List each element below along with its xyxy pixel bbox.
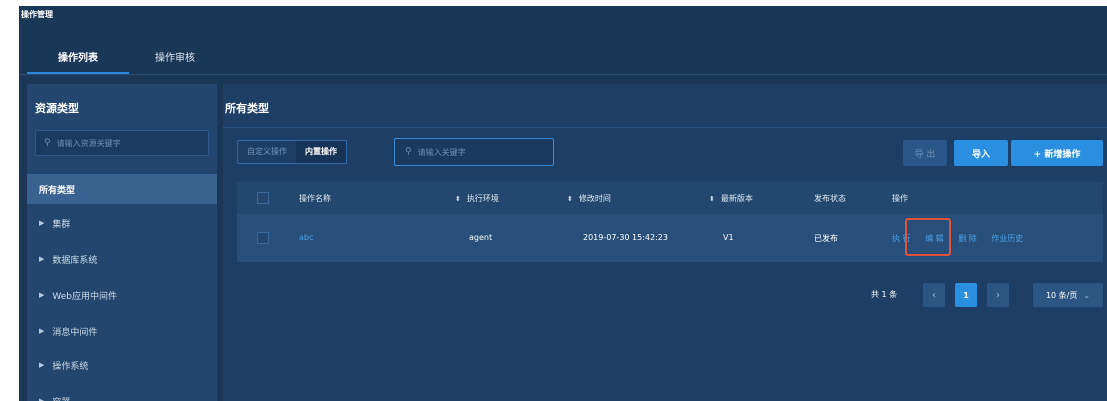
page-size-select[interactable]: 10 条/页 ⌄ — [1033, 283, 1103, 307]
sidebar-item-label: 集群 — [52, 219, 71, 230]
sidebar-item-label: Web应用中间件 — [52, 291, 118, 302]
select-all-checkbox[interactable] — [257, 192, 269, 204]
column-header-name[interactable]: 操作名称 — [299, 193, 331, 204]
sidebar-item-label: 消息中间件 — [52, 327, 98, 338]
tab-operation-review[interactable]: 操作审核 — [155, 44, 195, 74]
chevron-down-icon: ⌄ — [1083, 290, 1091, 300]
pagination-total: 共 1 条 — [871, 290, 898, 299]
column-header-modified[interactable]: ⬍ 修改时间 — [567, 193, 611, 204]
cell-version: V1 — [723, 233, 734, 242]
sidebar-item-cluster[interactable]: ▶ 集群 — [27, 208, 217, 238]
sidebar-item-web-middleware[interactable]: ▶ Web应用中间件 — [27, 280, 217, 310]
column-header-env[interactable]: ⬍ 执行环境 — [455, 193, 499, 204]
sidebar-item-os[interactable]: ▶ 操作系统 — [27, 350, 217, 380]
page-size-label: 10 条/页 — [1045, 290, 1078, 300]
sidebar-item-container[interactable]: ▶ 容器 — [27, 386, 217, 401]
column-header-label: 修改时间 — [578, 194, 611, 203]
sidebar-item-database[interactable]: ▶ 数据库系统 — [27, 244, 217, 274]
sidebar-item-message-middleware[interactable]: ▶ 消息中间件 — [27, 316, 217, 346]
sidebar-item-label: 所有类型 — [39, 185, 76, 196]
sidebar-item-label: 容器 — [52, 395, 70, 401]
chevron-left-icon: ‹ — [932, 289, 936, 301]
table-header: 操作名称 ⬍ 执行环境 ⬍ 修改时间 ⬍ 最新版本 发布状态 操作 — [237, 182, 1103, 214]
caret-right-icon: ▶ — [39, 219, 45, 227]
table-row: abc agent 2019-07-30 15:42:23 V1 已发布 执 行… — [237, 214, 1103, 262]
top-tabs: 操作列表 操作审核 — [27, 44, 243, 74]
search-icon: ⚲ — [405, 147, 412, 157]
cell-modified: 2019-07-30 15:42:23 — [583, 233, 668, 242]
sidebar-item-label: 数据库系统 — [52, 255, 98, 266]
column-header-version[interactable]: ⬍ 最新版本 — [709, 193, 753, 204]
tab-custom-operation[interactable]: 自定义操作 — [238, 141, 296, 163]
export-button[interactable]: 导 出 — [903, 140, 947, 166]
row-checkbox[interactable] — [257, 232, 269, 244]
sort-icon[interactable]: ⬍ — [709, 195, 715, 203]
main-panel: 所有类型 自定义操作 内置操作 ⚲ 请输入关键字 导 出 导入 + 新增操作 操… — [223, 84, 1107, 401]
cell-env: agent — [469, 233, 493, 242]
tabs-divider — [19, 74, 1107, 75]
operation-search-input[interactable]: ⚲ 请输入关键字 — [394, 138, 554, 166]
app-window: 操作管理 操作列表 操作审核 资源类型 ⚲ 请输入资源关键字 所有类型 ▶ 集群… — [19, 6, 1107, 401]
job-history-link[interactable]: 作业历史 — [991, 234, 1023, 243]
sort-icon[interactable]: ⬍ — [455, 195, 461, 203]
column-header-label: 最新版本 — [720, 194, 753, 203]
column-header-actions: 操作 — [892, 194, 908, 203]
sort-icon[interactable]: ⬍ — [567, 195, 573, 203]
prev-page-button[interactable]: ‹ — [923, 283, 945, 307]
sidebar: 资源类型 ⚲ 请输入资源关键字 所有类型 ▶ 集群 ▶ 数据库系统 ▶ Web应… — [27, 84, 217, 401]
search-icon: ⚲ — [44, 138, 51, 148]
delete-link[interactable]: 删 除 — [958, 234, 977, 243]
chevron-right-icon: › — [996, 289, 1000, 301]
page-title: 操作管理 — [21, 10, 53, 19]
main-divider — [223, 127, 1107, 128]
main-title: 所有类型 — [225, 102, 269, 115]
sidebar-item-all-types[interactable]: 所有类型 — [27, 174, 217, 204]
sidebar-item-label: 操作系统 — [52, 361, 89, 372]
sidebar-title: 资源类型 — [35, 102, 79, 115]
import-button[interactable]: 导入 — [954, 140, 1008, 166]
caret-right-icon: ▶ — [39, 397, 45, 401]
operation-type-toggle: 自定义操作 内置操作 — [237, 140, 347, 164]
tab-builtin-operation[interactable]: 内置操作 — [296, 141, 346, 163]
column-header-status: 发布状态 — [814, 194, 846, 203]
sidebar-search-placeholder: 请输入资源关键字 — [56, 138, 121, 148]
next-page-button[interactable]: › — [987, 283, 1009, 307]
tab-operation-list[interactable]: 操作列表 — [27, 44, 129, 74]
caret-right-icon: ▶ — [39, 361, 45, 369]
page-number-button[interactable]: 1 — [955, 283, 977, 307]
execute-highlight-box — [905, 218, 951, 256]
caret-right-icon: ▶ — [39, 255, 45, 263]
sidebar-search-input[interactable]: ⚲ 请输入资源关键字 — [35, 130, 209, 156]
cell-status: 已发布 — [814, 234, 838, 243]
search-placeholder: 请输入关键字 — [417, 147, 466, 157]
cell-name[interactable]: abc — [299, 233, 313, 242]
add-operation-button[interactable]: + 新增操作 — [1011, 140, 1103, 166]
caret-right-icon: ▶ — [39, 327, 45, 335]
caret-right-icon: ▶ — [39, 291, 45, 299]
column-header-label: 执行环境 — [466, 194, 499, 203]
